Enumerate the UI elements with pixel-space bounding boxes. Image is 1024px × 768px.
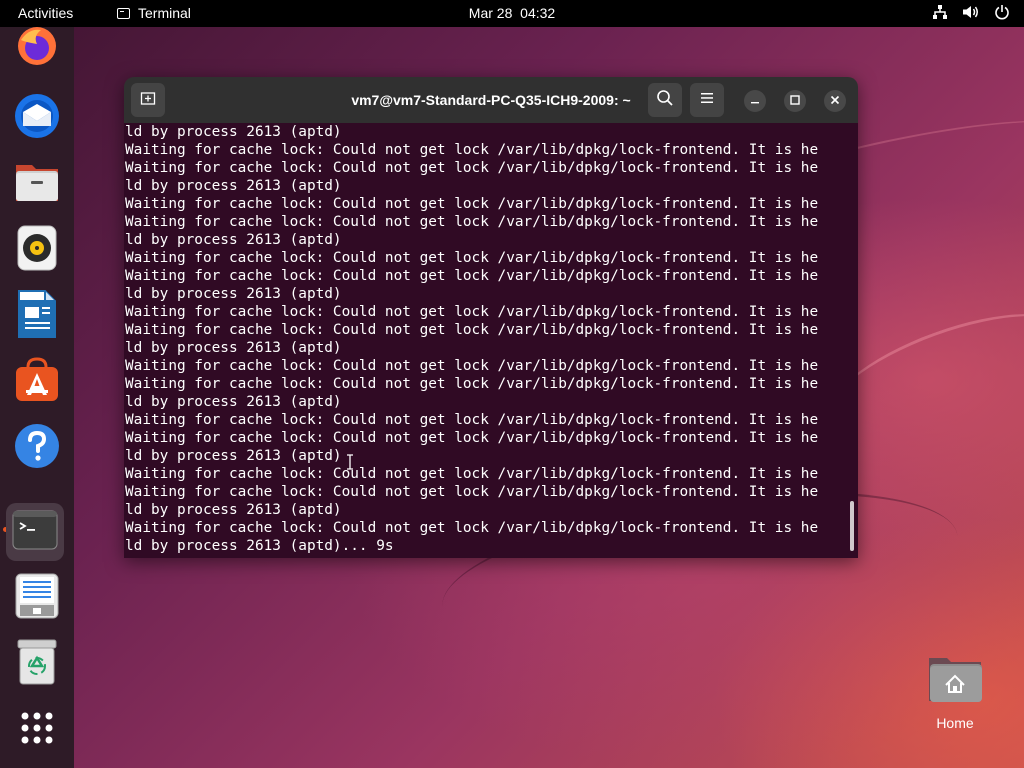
dock-item-trash[interactable]: [10, 637, 64, 691]
terminal-line: Waiting for cache lock: Could not get lo…: [125, 430, 819, 446]
clock-button[interactable]: Mar 28 04:32: [469, 5, 555, 21]
dock-item-firefox[interactable]: [10, 26, 64, 75]
terminal-line: ld by process 2613 (aptd): [125, 286, 342, 302]
home-folder-icon: [927, 655, 983, 702]
terminal-line: Waiting for cache lock: Could not get lo…: [125, 484, 819, 500]
trash-icon: [17, 639, 57, 690]
menu-button[interactable]: [690, 83, 724, 117]
terminal-output[interactable]: ld by process 2613 (aptd) Waiting for cac…: [124, 123, 858, 558]
terminal-line: ld by process 2613 (aptd): [125, 448, 342, 464]
dock-item-help[interactable]: [10, 421, 64, 475]
search-button[interactable]: [648, 83, 682, 117]
terminal-line: ld by process 2613 (aptd): [125, 232, 342, 248]
power-icon: [994, 4, 1010, 20]
text-cursor-icon: [346, 454, 354, 475]
scrollbar-thumb[interactable]: [850, 501, 854, 551]
terminal-line: ld by process 2613 (aptd): [125, 340, 342, 356]
text-editor-icon: [15, 573, 59, 624]
terminal-line: ld by process 2613 (aptd): [125, 124, 342, 140]
close-icon: [830, 92, 840, 110]
network-icon: [932, 4, 948, 20]
minimize-icon: [750, 92, 760, 110]
terminal-line: Waiting for cache lock: Could not get lo…: [125, 214, 819, 230]
search-icon: [656, 89, 674, 112]
maximize-icon: [790, 92, 800, 110]
activities-button[interactable]: Activities: [18, 5, 73, 21]
clock-time: 04:32: [520, 5, 556, 21]
terminal-line: Waiting for cache lock: Could not get lo…: [125, 142, 819, 158]
terminal-icon: [12, 510, 58, 555]
top-bar: Activities Terminal Mar 28 04:32: [0, 0, 1024, 27]
clock-date: Mar 28: [468, 5, 513, 21]
dock-item-terminal[interactable]: [6, 503, 64, 561]
system-menu[interactable]: [932, 4, 1010, 20]
dock: [0, 26, 74, 768]
terminal-line: Waiting for cache lock: Could not get lo…: [125, 412, 819, 428]
dock-item-rhythmbox[interactable]: [10, 223, 64, 277]
terminal-line: Waiting for cache lock: Could not get lo…: [125, 466, 819, 482]
dock-item-text-editor[interactable]: [10, 571, 64, 625]
hamburger-menu-icon: [700, 91, 714, 109]
files-icon: [14, 161, 60, 208]
dock-item-ubuntu-software[interactable]: [10, 355, 64, 409]
app-menu[interactable]: Terminal: [117, 5, 191, 21]
terminal-icon: [117, 7, 130, 19]
terminal-line: Waiting for cache lock: Could not get lo…: [125, 322, 819, 338]
thunderbird-icon: [13, 92, 61, 145]
terminal-titlebar[interactable]: vm7@vm7-Standard-PC-Q35-ICH9-2009: ~: [124, 77, 858, 123]
software-icon: [14, 356, 60, 408]
dock-item-writer[interactable]: [10, 289, 64, 343]
dock-item-thunderbird[interactable]: [10, 91, 64, 145]
terminal-line: ld by process 2613 (aptd): [125, 178, 342, 194]
rhythmbox-icon: [17, 225, 57, 276]
dock-item-show-applications[interactable]: [10, 703, 64, 757]
maximize-button[interactable]: [784, 90, 806, 112]
desktop-home-folder[interactable]: Home: [922, 655, 988, 731]
terminal-line: Waiting for cache lock: Could not get lo…: [125, 250, 819, 266]
writer-icon: [17, 289, 57, 343]
terminal-line: Waiting for cache lock: Could not get lo…: [125, 196, 819, 212]
terminal-line: Waiting for cache lock: Could not get lo…: [125, 376, 819, 392]
terminal-window[interactable]: vm7@vm7-Standard-PC-Q35-ICH9-2009: ~ ld …: [124, 77, 858, 558]
app-menu-label: Terminal: [138, 5, 191, 21]
dock-item-files[interactable]: [10, 157, 64, 211]
home-folder-label: Home: [936, 715, 974, 731]
close-button[interactable]: [824, 90, 846, 112]
terminal-line: ld by process 2613 (aptd): [125, 394, 342, 410]
terminal-line: Waiting for cache lock: Could not get lo…: [125, 160, 819, 176]
terminal-line: Waiting for cache lock: Could not get lo…: [125, 304, 819, 320]
terminal-lines: ld by process 2613 (aptd) Waiting for cac…: [125, 123, 818, 555]
minimize-button[interactable]: [744, 90, 766, 112]
terminal-line: ld by process 2613 (aptd)... 9s: [125, 538, 394, 554]
help-icon: [14, 423, 60, 474]
terminal-line: Waiting for cache lock: Could not get lo…: [125, 358, 819, 374]
volume-icon: [962, 4, 980, 20]
terminal-line: Waiting for cache lock: Could not get lo…: [125, 268, 819, 284]
app-grid-icon: [20, 711, 54, 750]
terminal-line: ld by process 2613 (aptd): [125, 502, 342, 518]
firefox-icon: [15, 26, 59, 75]
terminal-line: Waiting for cache lock: Could not get lo…: [125, 520, 819, 536]
